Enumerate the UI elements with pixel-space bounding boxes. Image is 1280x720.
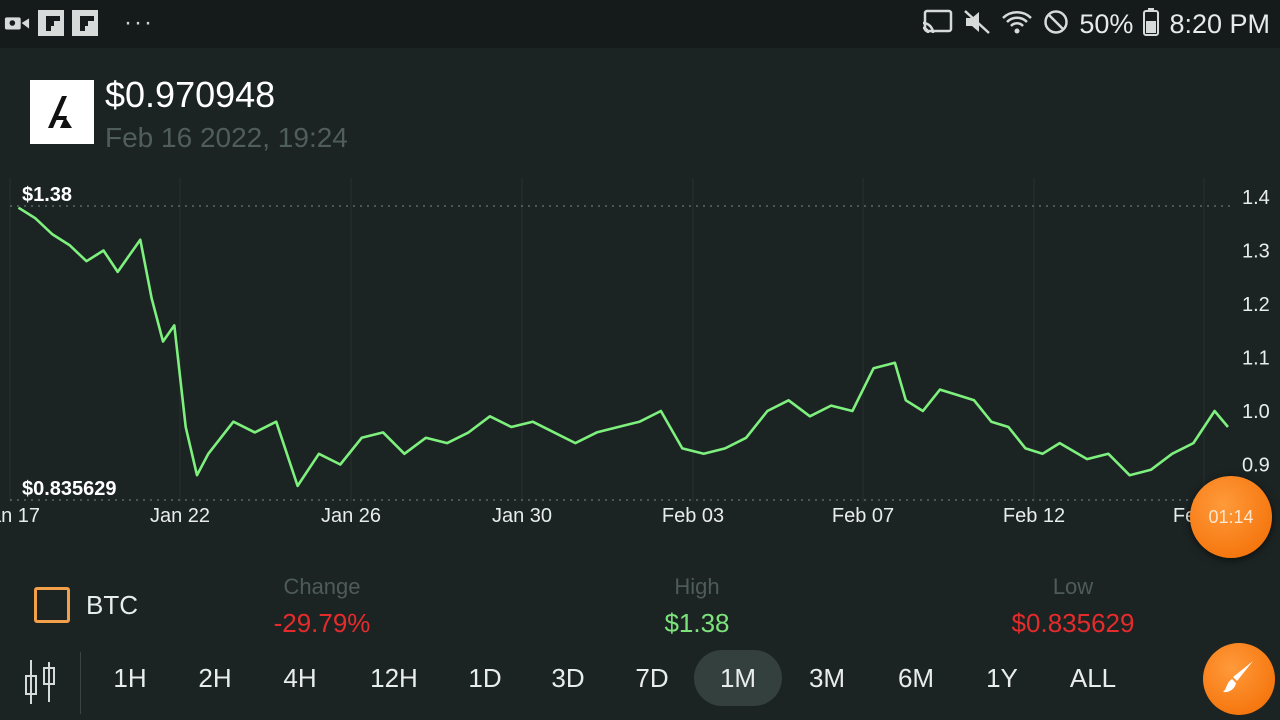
low-value: $0.835629 — [1011, 608, 1135, 638]
btc-compare-toggle[interactable]: BTC — [34, 587, 138, 623]
high-label: High — [674, 574, 720, 599]
x-tick-label-1: Jan 22 — [150, 505, 210, 527]
battery-percent: 50% — [1079, 9, 1134, 39]
mute-icon — [963, 9, 991, 40]
range-all-button[interactable]: ALL — [1058, 650, 1128, 706]
y-tick-label-3: 1.1 — [1242, 348, 1270, 370]
x-tick-label-6: Feb 12 — [1003, 505, 1065, 527]
candlestick-chart-icon[interactable] — [22, 658, 58, 711]
x-tick-label-3: Jan 30 — [492, 505, 552, 527]
change-label: Change — [283, 574, 361, 599]
brush-icon — [1219, 657, 1259, 702]
x-tick-label-2: Jan 26 — [321, 505, 381, 527]
y-tick-label-4: 1.0 — [1242, 401, 1270, 423]
y-tick-label-0: 1.4 — [1242, 187, 1270, 209]
time-range-bar: 1H 2H 4H 12H 1D 3D 7D 1M 3M 6M 1Y ALL — [0, 648, 1280, 720]
draw-button[interactable] — [1203, 643, 1275, 715]
range-1d-button[interactable]: 1D — [455, 650, 515, 706]
btc-checkbox[interactable] — [34, 587, 70, 623]
status-bar: ··· 50% 8:20 PM — [0, 0, 1280, 48]
y-tick-label-2: 1.2 — [1242, 294, 1270, 316]
range-1y-button[interactable]: 1Y — [972, 650, 1032, 706]
range-3m-button[interactable]: 3M — [797, 650, 857, 706]
range-7d-button[interactable]: 7D — [622, 650, 682, 706]
flipboard-icon — [38, 10, 64, 36]
low-marker-label: $0.835629 — [22, 478, 117, 500]
btc-label: BTC — [86, 589, 138, 620]
high-stat: High $1.38 — [567, 574, 827, 639]
wifi-icon — [1001, 9, 1033, 40]
recording-timer-button[interactable]: 01:14 — [1190, 476, 1272, 558]
x-tick-label-5: Feb 07 — [832, 505, 894, 527]
camera-icon — [4, 10, 30, 36]
timer-label: 01:14 — [1208, 506, 1254, 527]
range-separator — [80, 652, 81, 714]
cast-icon — [921, 9, 953, 40]
x-tick-label-0: Jan 17 — [0, 505, 40, 527]
range-6m-button[interactable]: 6M — [886, 650, 946, 706]
high-value: $1.38 — [664, 608, 730, 638]
vertical-gridlines — [9, 178, 1205, 502]
system-icons: 50% 8:20 PM — [921, 8, 1270, 41]
more-dots-icon: ··· — [124, 9, 154, 36]
dnd-icon — [1043, 9, 1069, 40]
change-value: -29.79% — [273, 608, 371, 638]
range-1m-button[interactable]: 1M — [694, 650, 782, 706]
price-chart[interactable]: $1.38 $0.835629 1.4 1.3 1.2 1.1 1.0 0.9 Jan 1… — [0, 170, 1280, 530]
y-tick-label-1: 1.3 — [1242, 241, 1270, 263]
x-axis-ticks: Jan 17 Jan 22 Jan 26 Jan 30 Feb 03 Feb 07 Feb … — [0, 505, 1235, 527]
algorand-logo — [30, 80, 94, 144]
range-2h-button[interactable]: 2H — [185, 650, 245, 706]
change-stat: Change -29.79% — [192, 574, 452, 639]
y-axis-ticks: 1.4 1.3 1.2 1.1 1.0 0.9 — [1242, 187, 1270, 477]
x-tick-label-4: Feb 03 — [662, 505, 724, 527]
clock: 8:20 PM — [1169, 9, 1270, 39]
range-12h-button[interactable]: 12H — [358, 650, 430, 706]
battery-icon — [1143, 8, 1160, 41]
flipboard-icon — [72, 10, 98, 36]
y-tick-label-5: 0.9 — [1242, 455, 1270, 477]
range-1h-button[interactable]: 1H — [100, 650, 160, 706]
low-label: Low — [1052, 574, 1094, 599]
price-datetime: Feb 16 2022, 19:24 — [105, 122, 348, 153]
range-3d-button[interactable]: 3D — [538, 650, 598, 706]
price-line — [17, 206, 1229, 488]
high-marker-label: $1.38 — [22, 184, 72, 206]
notification-icons: ··· — [4, 10, 154, 36]
low-stat: Low $0.835629 — [943, 574, 1203, 639]
current-price: $0.970948 — [105, 74, 276, 115]
range-4h-button[interactable]: 4H — [270, 650, 330, 706]
